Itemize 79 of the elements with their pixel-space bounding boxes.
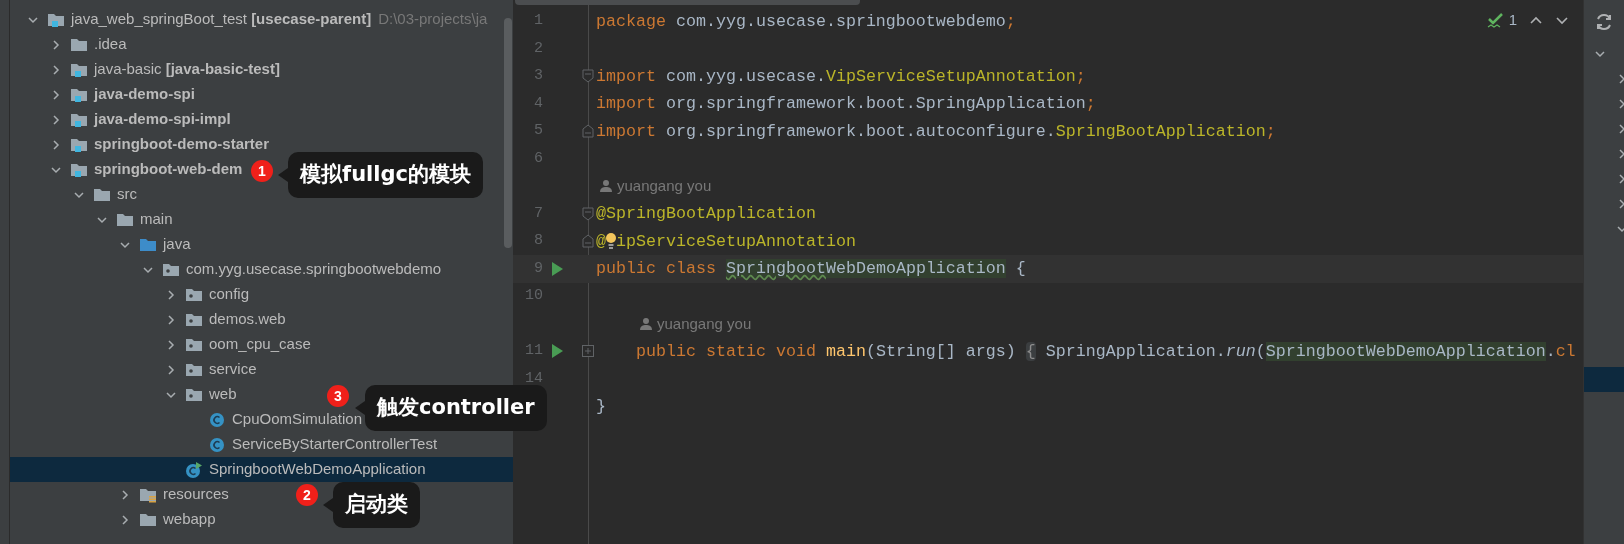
scrollbar[interactable] — [515, 0, 860, 5]
tree-item[interactable]: src — [10, 182, 140, 207]
line-number: 8 — [533, 231, 543, 251]
folder-icon — [139, 511, 157, 528]
package-icon — [185, 311, 203, 328]
tree-item[interactable]: com.yyg.usecase.springbootwebdemo — [10, 257, 445, 282]
module-folder-icon — [70, 86, 88, 103]
line-number: 7 — [533, 203, 543, 224]
line-number: 5 — [533, 121, 543, 141]
author-hint: yuangang you — [657, 313, 752, 334]
class-icon — [208, 411, 226, 428]
line-number: 3 — [533, 66, 543, 86]
module-folder-icon — [70, 136, 88, 153]
code-line: } — [596, 395, 606, 418]
resources-folder-icon — [139, 486, 157, 503]
package-icon — [185, 286, 203, 303]
class-icon — [208, 436, 226, 453]
run-icon[interactable] — [550, 260, 564, 277]
check-icon — [1486, 11, 1505, 30]
tree-item[interactable]: java-basic [java-basic-test] — [10, 57, 283, 82]
package-icon — [162, 261, 180, 278]
module-folder-icon — [47, 11, 65, 28]
line-number: 6 — [533, 148, 543, 169]
tree-item[interactable]: webapp — [10, 507, 219, 532]
module-folder-icon — [70, 111, 88, 128]
code-line: import org.springframework.boot.autoconfigure.SpringBootApplication; — [596, 120, 1276, 143]
code-line: import org.springframework.boot.SpringApplication; — [596, 93, 1096, 116]
tree-item[interactable]: oom_cpu_case — [10, 332, 314, 357]
author-hint: yuangang you — [617, 176, 712, 196]
tree-item[interactable]: ServiceByStarterControllerTest — [10, 432, 441, 457]
tree-item[interactable]: SpringbootWebDemoApplication — [10, 457, 513, 482]
package-icon — [185, 386, 203, 403]
module-folder-icon — [70, 161, 88, 178]
line-number: 11 — [524, 341, 543, 361]
tree-item[interactable]: springboot-demo-starter — [10, 132, 272, 157]
code-line: ipServiceSetupAnnotation — [616, 230, 856, 253]
code-line: @ — [596, 230, 606, 253]
code-line: public class SpringbootWebDemoApplication { — [596, 258, 1026, 281]
tree-item[interactable]: web — [10, 382, 240, 407]
folder-icon — [116, 211, 134, 228]
callout-tooltip: 启动类 — [323, 482, 420, 528]
tree-item[interactable]: config — [10, 282, 253, 307]
tree-item[interactable]: java-demo-spi-impl — [10, 107, 234, 132]
expand-fold-icon[interactable] — [581, 344, 595, 359]
callout-tooltip: 模拟fullgc的模块 — [278, 152, 483, 198]
inspection-widget[interactable]: 1 — [1486, 9, 1517, 32]
line-number: 2 — [533, 38, 543, 59]
run-icon[interactable] — [550, 343, 564, 360]
tree-item[interactable]: service — [10, 357, 260, 382]
module-folder-icon — [70, 61, 88, 78]
code-line: public static void main(String[] args) { SpringApplication.run(SpringbootWebDemoApplication.cl — [634, 340, 1576, 363]
scrollbar[interactable] — [504, 18, 512, 248]
tree-item[interactable]: resources — [10, 482, 232, 507]
folder-icon — [139, 236, 157, 253]
tree-item[interactable]: springboot-web-dem — [10, 157, 246, 182]
folder-icon — [70, 36, 88, 53]
line-number: 1 — [533, 11, 543, 31]
tree-item[interactable]: main — [10, 207, 176, 232]
person-icon — [639, 316, 653, 331]
package-icon — [185, 336, 203, 353]
folder-icon — [93, 186, 111, 203]
line-number: 10 — [524, 286, 543, 306]
package-icon — [185, 361, 203, 378]
tree-item[interactable]: java-demo-spi — [10, 82, 198, 107]
runnable-class-icon — [185, 461, 203, 478]
refresh-icon[interactable] — [1594, 12, 1614, 32]
tree-item[interactable]: java — [10, 232, 194, 257]
code-line: @SpringBootApplication — [596, 203, 816, 226]
line-number: 14 — [524, 368, 543, 389]
tree-item[interactable]: CpuOomSimulation — [10, 407, 366, 432]
line-number: 4 — [533, 93, 543, 114]
lightbulb-icon[interactable] — [606, 231, 616, 252]
code-line: package com.yyg.usecase.springbootwebdemo; — [596, 10, 1016, 33]
tree-item[interactable]: .idea — [10, 32, 130, 57]
tree-item[interactable]: java_web_springBoot_test [usecase-parent] D:\03-projects\ja — [10, 7, 491, 32]
person-icon — [599, 179, 613, 194]
code-line: import com.yyg.usecase.VipServiceSetupAnnotation; — [596, 65, 1086, 88]
project-path: D:\03-projects\ja — [378, 9, 488, 30]
tree-item[interactable]: demos.web — [10, 307, 289, 332]
